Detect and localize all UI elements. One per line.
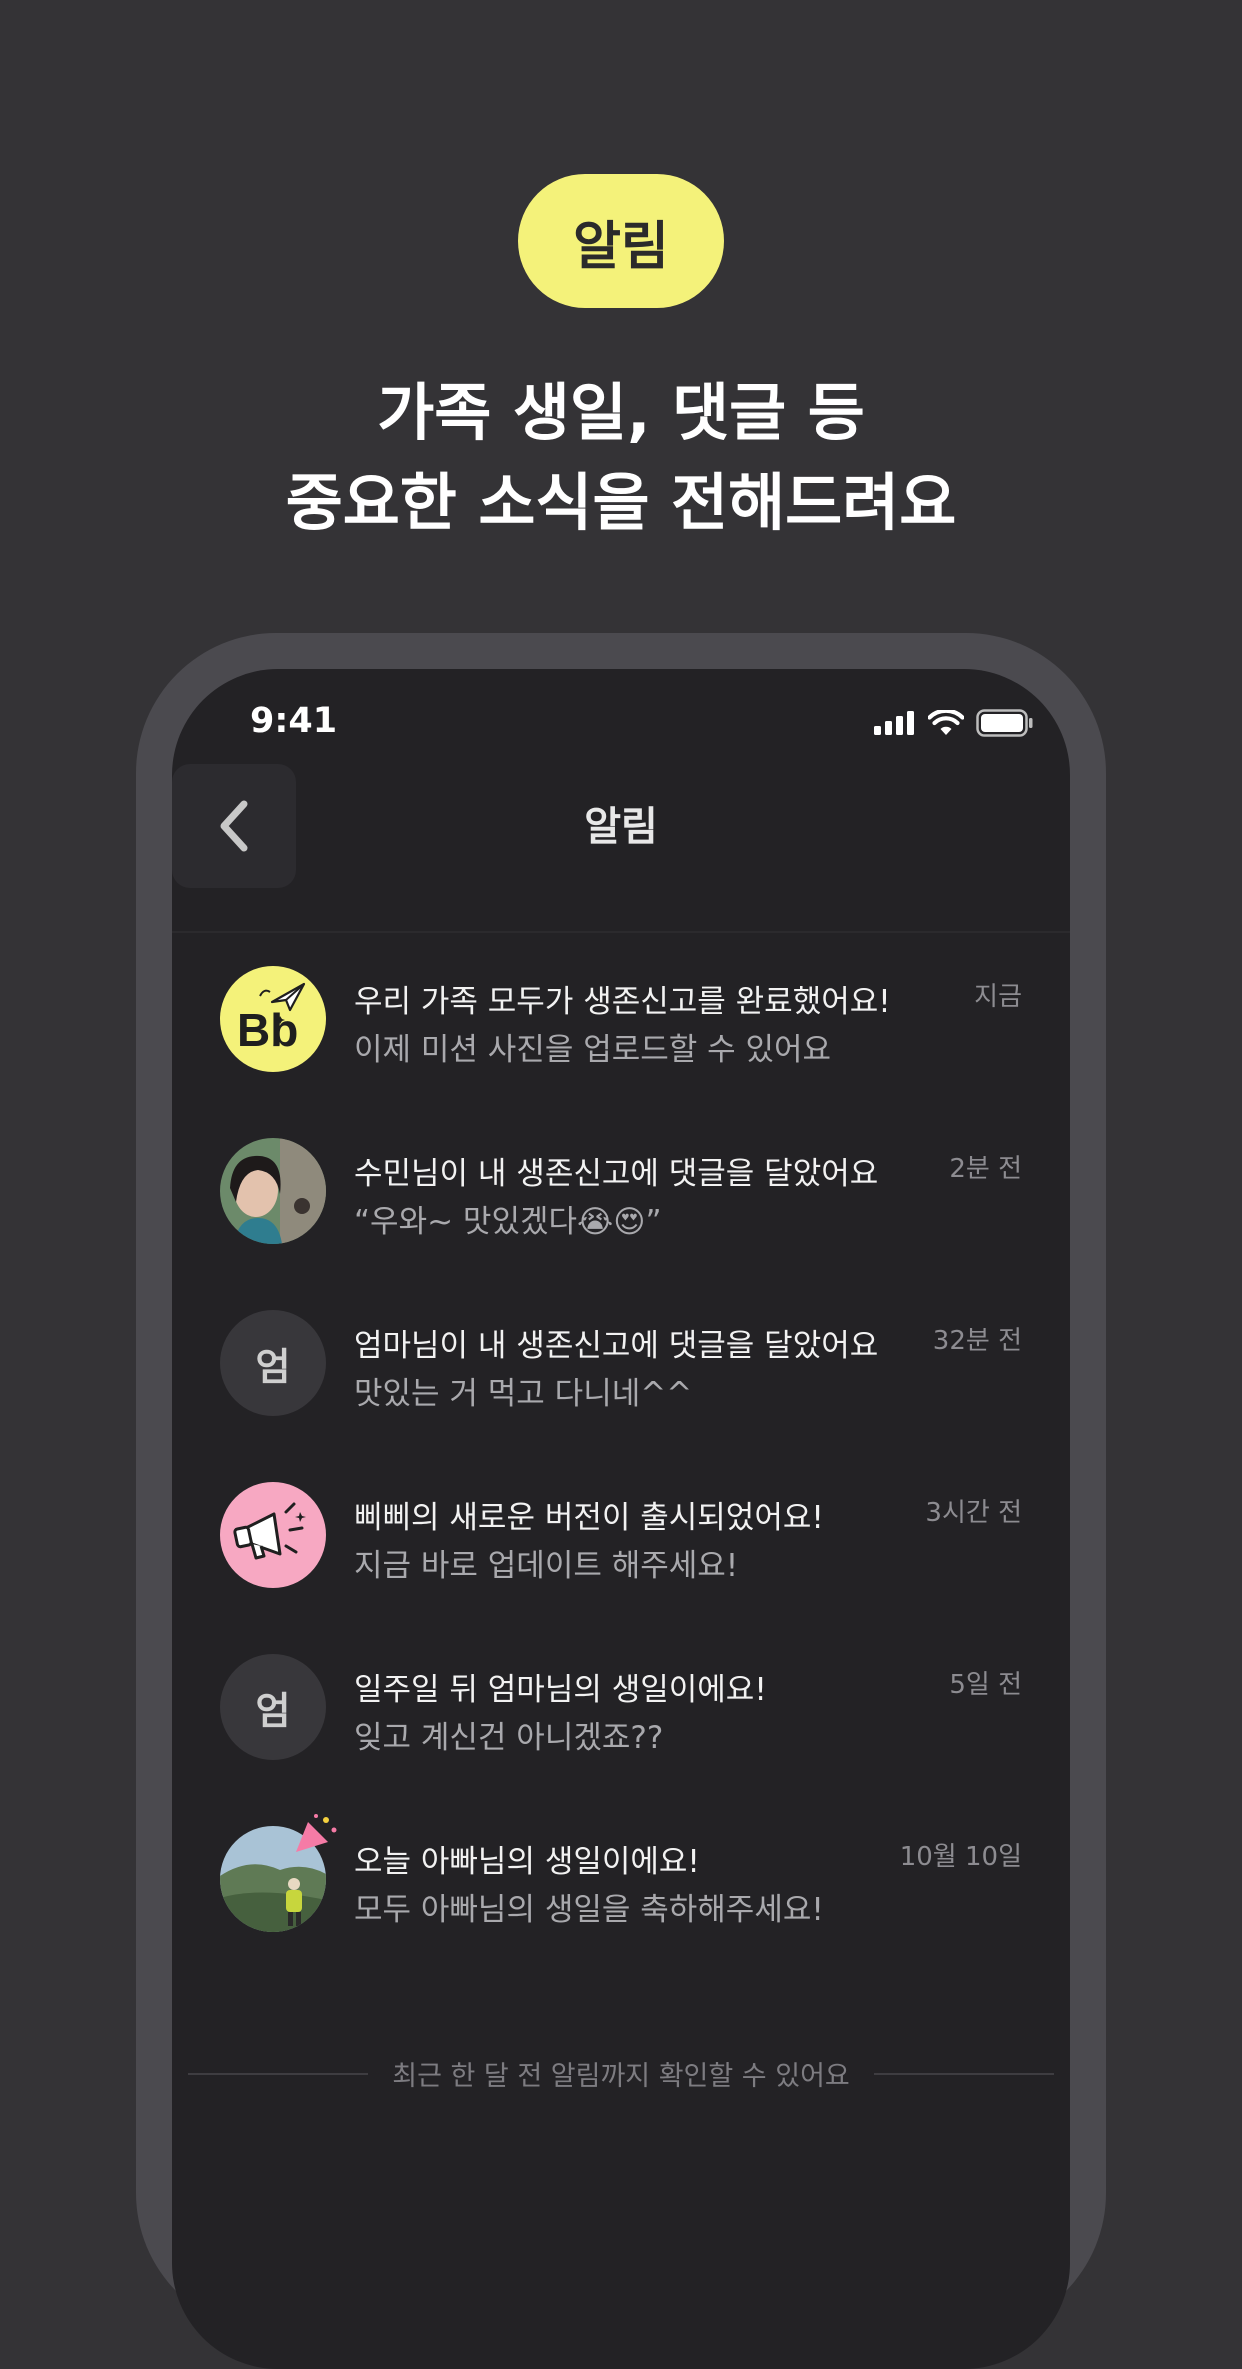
- user-photo-image: [220, 1138, 326, 1244]
- notification-title: 오늘 아빠님의 생일이에요!: [354, 1844, 700, 1880]
- user-photo-avatar: [220, 1814, 337, 1932]
- promo-headline-line1: 가족 생일, 댓글 등: [377, 376, 865, 449]
- notification-time: 10월 10일: [899, 1842, 1022, 1872]
- status-time: 9:41: [250, 701, 338, 741]
- cellular-signal-icon: [874, 711, 914, 735]
- nav-divider: [172, 931, 1070, 933]
- user-photo-avatar: [220, 1138, 326, 1244]
- notification-title: 수민님이 내 생존신고에 댓글을 달았어요: [354, 1156, 879, 1192]
- notification-time: 지금: [974, 982, 1022, 1012]
- initial-avatar: 엄: [220, 1654, 326, 1760]
- notification-body: 이제 미션 사진을 업로드할 수 있어요: [354, 1032, 832, 1068]
- notification-time: 5일 전: [949, 1670, 1022, 1700]
- battery-icon: [976, 709, 1033, 737]
- notification-body: 지금 바로 업데이트 해주세요!: [354, 1548, 739, 1584]
- status-icons: [874, 709, 1034, 737]
- notification-item[interactable]: 오늘 아빠님의 생일이에요! 모두 아빠님의 생일을 축하해주세요! 10월 1…: [220, 1814, 1022, 1936]
- notification-item[interactable]: 엄 엄마님이 내 생존신고에 댓글을 달았어요 맛있는 거 먹고 다니네^^ 3…: [220, 1310, 1022, 1420]
- notification-body: 잊고 계신건 아니겠죠??: [354, 1720, 664, 1756]
- divider-right: [873, 2072, 1054, 2075]
- megaphone-avatar: [220, 1482, 326, 1588]
- promo-headline-line2: 중요한 소식을 전해드려요: [285, 466, 957, 539]
- notification-item[interactable]: 수민님이 내 생존신고에 댓글을 달았어요 “우와~ 맛있겠다😭😍” 2분 전: [220, 1138, 1022, 1248]
- notification-item[interactable]: 삐삐의 새로운 버전이 출시되었어요! 지금 바로 업데이트 해주세요! 3시간…: [220, 1482, 1022, 1592]
- notification-time: 3시간 전: [925, 1498, 1022, 1528]
- initial-avatar: 엄: [220, 1310, 326, 1416]
- wifi-icon: [928, 710, 964, 735]
- app-logo-avatar: Bb: [220, 966, 326, 1072]
- divider-left: [188, 2072, 369, 2075]
- notification-title: 엄마님이 내 생존신고에 댓글을 달았어요: [354, 1328, 879, 1364]
- notification-item[interactable]: Bb 우리 가족 모두가 생존신고를 완료했어요! 이제 미션 사진을 업로드할…: [220, 966, 1022, 1076]
- notification-body: 모두 아빠님의 생일을 축하해주세요!: [354, 1892, 824, 1928]
- phone-screen: 9:41 알림 Bb 우리 가족 모두가 생존신고를 완료했어요! 이제 미션 …: [172, 669, 1070, 2369]
- history-limit-text: 최근 한 달 전 알림까지 확인할 수 있어요: [392, 2061, 850, 2092]
- notification-body: “우와~ 맛있겠다😭😍”: [354, 1204, 662, 1240]
- notification-time: 2분 전: [949, 1154, 1022, 1184]
- notification-item[interactable]: 엄 일주일 뒤 엄마님의 생일이에요! 잊고 계신건 아니겠죠?? 5일 전: [220, 1654, 1022, 1764]
- notification-body: 맛있는 거 먹고 다니네^^: [354, 1376, 693, 1412]
- notification-title: 삐삐의 새로운 버전이 출시되었어요!: [354, 1500, 824, 1536]
- paper-plane-logo-icon: Bb: [237, 982, 306, 1056]
- svg-text:Bb: Bb: [237, 1004, 298, 1056]
- notification-title: 우리 가족 모두가 생존신고를 완료했어요!: [354, 984, 891, 1020]
- notification-time: 32분 전: [932, 1326, 1022, 1356]
- nav-title: 알림: [584, 804, 658, 850]
- feature-badge: 알림: [518, 174, 724, 308]
- megaphone-icon: [233, 1502, 306, 1560]
- party-popper-icon: [296, 1814, 337, 1852]
- history-limit-note: 최근 한 달 전 알림까지 확인할 수 있어요: [172, 2054, 1070, 2093]
- notification-title: 일주일 뒤 엄마님의 생일이에요!: [354, 1672, 767, 1708]
